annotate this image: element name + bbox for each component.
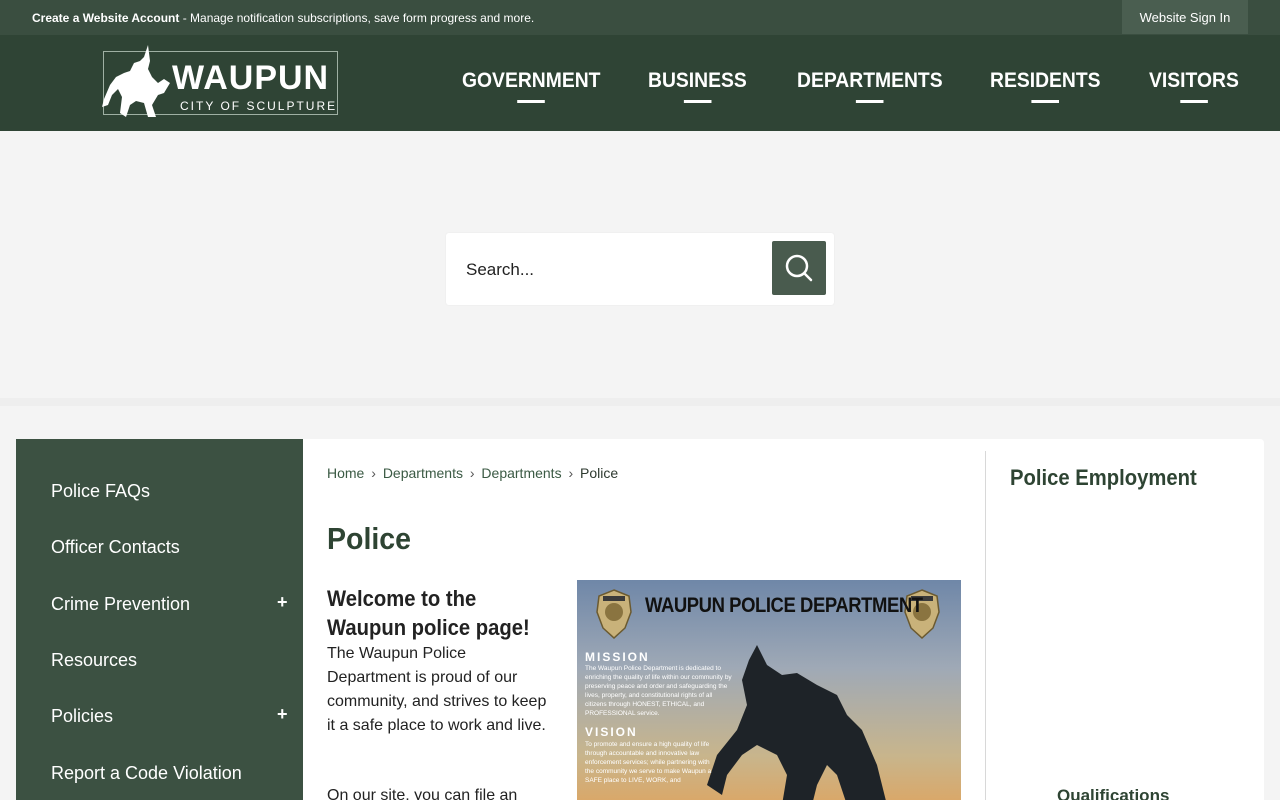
sidebar-item-crime-prevention[interactable]: Crime Prevention: [51, 594, 190, 615]
nav-underline: [517, 100, 546, 103]
nav-government-label: GOVERNMENT: [462, 69, 601, 92]
nav-underline: [1180, 100, 1208, 103]
create-account-link[interactable]: Create a Website Account: [32, 11, 179, 25]
breadcrumb-separator: ›: [371, 465, 376, 481]
horse-rider-icon: [102, 45, 170, 117]
intro-paragraph-2: On our site, you can file an: [327, 787, 518, 800]
sidebar-item-resources[interactable]: Resources: [51, 650, 137, 671]
nav-business-label: BUSINESS: [648, 69, 747, 92]
nav-visitors[interactable]: VISITORS: [1149, 69, 1239, 103]
account-message-text: - Manage notification subscriptions, sav…: [179, 11, 535, 25]
website-sign-in-button[interactable]: Website Sign In: [1122, 0, 1248, 34]
police-badge-icon: [596, 589, 632, 640]
sidebar-item-policies[interactable]: Policies: [51, 706, 113, 727]
site-logo[interactable]: WAUPUN CITY OF SCULPTURE: [100, 43, 340, 121]
search-button[interactable]: [772, 241, 826, 295]
nav-residents[interactable]: RESIDENTS: [990, 69, 1101, 103]
nav-visitors-label: VISITORS: [1149, 69, 1239, 92]
search-band: Search...: [0, 131, 1280, 398]
breadcrumb-separator: ›: [568, 465, 574, 481]
nav-underline: [856, 100, 884, 103]
police-employment-heading[interactable]: Police Employment: [1010, 465, 1197, 491]
right-column-divider: [985, 451, 986, 800]
expand-crime-prevention-icon[interactable]: +: [277, 592, 288, 613]
breadcrumb-separator: ›: [469, 465, 475, 481]
mission-text: The Waupun Police Department is dedicate…: [585, 665, 732, 717]
account-message: Create a Website Account - Manage notifi…: [32, 11, 534, 25]
welcome-heading: Welcome to the Waupun police page!: [327, 586, 530, 640]
vision-heading: VISION: [585, 725, 638, 739]
search-input[interactable]: Search...: [466, 260, 534, 280]
nav-departments-label: DEPARTMENTS: [797, 69, 943, 92]
logo-wordmark: WAUPUN: [172, 59, 330, 97]
search-box: Search...: [446, 233, 834, 305]
nav-residents-label: RESIDENTS: [990, 69, 1101, 92]
nav-business[interactable]: BUSINESS: [648, 69, 747, 103]
qualifications-heading: Qualifications: [1057, 786, 1170, 800]
site-header: WAUPUN CITY OF SCULPTURE GOVERNMENT BUSI…: [0, 35, 1280, 131]
nav-government[interactable]: GOVERNMENT: [462, 69, 601, 103]
nav-underline: [1031, 100, 1060, 103]
logo-tagline: CITY OF SCULPTURE: [180, 99, 338, 113]
expand-policies-icon[interactable]: +: [277, 704, 288, 725]
breadcrumb-departments[interactable]: Departments: [383, 465, 463, 481]
top-utility-bar: Create a Website Account - Manage notifi…: [0, 0, 1280, 35]
breadcrumb: Home › Departments › Departments › Polic…: [327, 465, 618, 481]
sidebar-item-officer-contacts[interactable]: Officer Contacts: [51, 537, 180, 558]
poster-title: WAUPUN POLICE DEPARTMENT: [645, 594, 923, 617]
sidebar-item-police-faqs[interactable]: Police FAQs: [51, 481, 150, 502]
breadcrumb-home[interactable]: Home: [327, 465, 364, 481]
page-title: Police: [327, 521, 412, 556]
nav-underline: [683, 100, 712, 103]
section-divider: [0, 398, 1280, 406]
search-icon: [785, 254, 813, 282]
sidebar-item-report-code-violation[interactable]: Report a Code Violation: [51, 763, 242, 784]
mission-heading: MISSION: [585, 650, 650, 664]
breadcrumb-departments-2[interactable]: Departments: [481, 465, 561, 481]
police-department-poster[interactable]: WAUPUN POLICE DEPARTMENT MISSION The Wau…: [577, 580, 961, 800]
breadcrumb-current: Police: [580, 465, 619, 481]
intro-paragraph: The Waupun Police Department is proud of…: [327, 645, 547, 734]
side-navigation: Police FAQs Officer Contacts Crime Preve…: [16, 439, 303, 800]
vision-text: To promote and ensure a high quality of …: [585, 741, 712, 784]
nav-departments[interactable]: DEPARTMENTS: [797, 69, 943, 103]
